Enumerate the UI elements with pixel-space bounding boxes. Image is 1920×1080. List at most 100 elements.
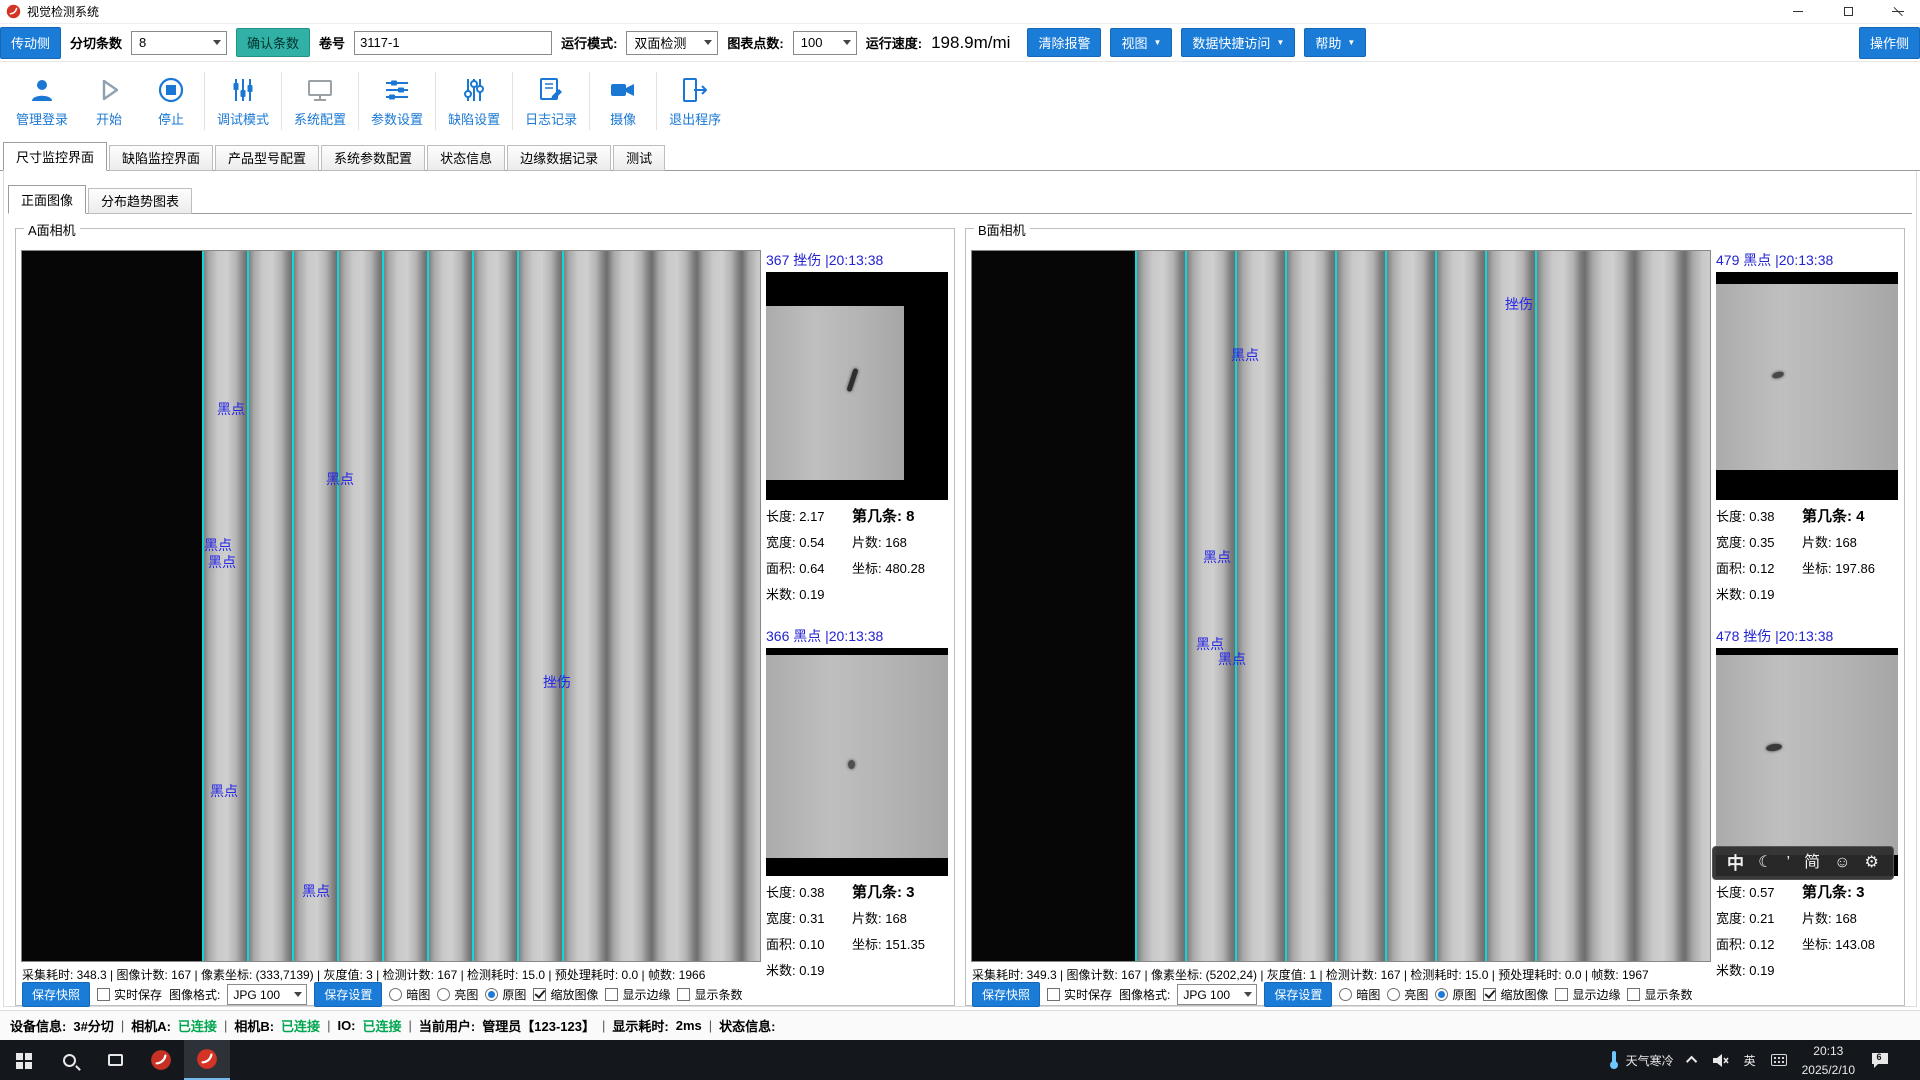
taskbar-app-icon[interactable] [138,1040,184,1080]
roll-number-input[interactable] [354,31,552,55]
camera-capture-button[interactable]: 摄像 [592,75,654,128]
image-format-select[interactable]: JPG 100 [1177,984,1257,1005]
original-image-radio[interactable]: 原图 [1435,986,1476,1003]
dark-image-label: 暗图 [1356,986,1380,1003]
stat-length: 长度: 2.17 [766,504,852,530]
image-format-select[interactable]: JPG 100 [227,984,307,1005]
volume-button[interactable] [1712,1053,1729,1068]
stat-width: 宽度: 0.54 [766,530,852,556]
input-language-indicator[interactable]: 英 [1744,1052,1756,1069]
stat-meters: 米数: 0.19 [766,958,852,984]
defect-settings-button[interactable]: 缺陷设置 [438,75,510,128]
dark-image-radio[interactable]: 暗图 [389,986,430,1003]
start-button[interactable]: 开始 [78,75,140,128]
weather-widget[interactable]: 天气寒冷 [1607,1050,1674,1070]
defect-stats: 长度: 0.57 宽度: 0.21 面积: 0.12 米数: 0.19 第几条:… [1716,880,1900,984]
start-button[interactable] [0,1040,46,1080]
tab-defect-monitor[interactable]: 缺陷监控界面 [109,145,213,171]
moon-icon[interactable]: ☾ [1758,855,1772,871]
realtime-save-checkbox[interactable]: 实时保存 [1047,986,1112,1003]
ime-status-bar: 中 ☾ ’ 简 ☺ ⚙ [1712,846,1894,880]
tab-front-image[interactable]: 正面图像 [8,185,86,214]
tab-test[interactable]: 测试 [613,145,665,171]
task-view-icon [108,1054,123,1066]
view-menu-button[interactable]: 视图 ▼ [1110,28,1172,57]
save-settings-button[interactable]: 保存设置 [314,982,382,1007]
original-image-label: 原图 [502,986,526,1003]
show-edge-checkbox[interactable]: 显示边缘 [1555,986,1620,1003]
ime-language-toggle[interactable]: 中 [1727,855,1744,872]
realtime-save-checkbox[interactable]: 实时保存 [97,986,162,1003]
chart-points-select[interactable]: 100 [793,31,857,55]
save-settings-button[interactable]: 保存设置 [1264,982,1332,1007]
stop-button[interactable]: 停止 [140,75,202,128]
run-mode-label: 运行模式: [561,33,617,52]
radio-icon [437,988,450,1001]
show-edge-checkbox[interactable]: 显示边缘 [605,986,670,1003]
dark-image-radio[interactable]: 暗图 [1339,986,1380,1003]
defect-detail-panel: 479 黑点 |20:13:38 长度: 0.38 宽度: 0.35 面积: 0… [1716,250,1900,994]
exit-program-button[interactable]: 退出程序 [659,75,731,128]
main-tab-strip: 尺寸监控界面 缺陷监控界面 产品型号配置 系统参数配置 状态信息 边缘数据记录 … [0,140,1920,171]
radio-icon [1339,988,1352,1001]
clock-date: 2025/2/10 [1802,1063,1855,1077]
slit-count-select[interactable]: 8 [131,31,227,55]
bright-image-radio[interactable]: 亮图 [1387,986,1428,1003]
strip-cut-lines [202,251,564,961]
system-config-button[interactable]: 系统配置 [284,75,356,128]
notification-center-button[interactable]: 6 [1870,1051,1890,1069]
ime-settings-gear-icon[interactable]: ⚙ [1865,855,1879,871]
drive-side-button[interactable]: 传动侧 [0,27,61,59]
defect-detail-block: 479 黑点 |20:13:38 长度: 0.38 宽度: 0.35 面积: 0… [1716,250,1900,608]
emoji-icon[interactable]: ☺ [1834,855,1850,871]
thumbnail-material [1716,284,1898,470]
tab-status-info[interactable]: 状态信息 [427,145,505,171]
run-mode-select[interactable]: 双面检测 [626,31,718,55]
checkbox-icon [97,988,110,1001]
taskbar-clock[interactable]: 20:13 2025/2/10 [1802,1044,1855,1077]
roll-number-label: 卷号 [319,33,345,52]
show-strip-count-checkbox[interactable]: 显示条数 [1627,986,1692,1003]
stat-width: 宽度: 0.31 [766,906,852,932]
help-menu-button[interactable]: 帮助 ▼ [1304,28,1366,57]
toolbar-divider [281,72,282,130]
zoom-image-checkbox[interactable]: 缩放图像 [1483,986,1548,1003]
admin-login-button[interactable]: 管理登录 [6,75,78,128]
log-record-button[interactable]: 日志记录 [515,75,587,128]
taskbar-search-button[interactable] [46,1040,92,1080]
user-icon [27,75,57,105]
clear-alarm-button[interactable]: 清除报警 [1027,28,1101,57]
params-settings-button[interactable]: 参数设置 [361,75,433,128]
minimize-button[interactable] [1776,0,1820,24]
system-tray: 天气寒冷 英 20:13 2025/2/10 6 [1607,1040,1920,1080]
simplified-chinese-toggle[interactable]: 简 [1804,855,1820,871]
taskbar-app-icon-active[interactable] [184,1040,230,1080]
tab-product-model-config[interactable]: 产品型号配置 [215,145,319,171]
bright-image-radio[interactable]: 亮图 [437,986,478,1003]
stat-strip-number: 第几条: 4 [1802,504,1900,530]
camera-a-status-line: 采集耗时: 348.3 | 图像计数: 167 | 像素坐标: (333,713… [22,966,705,983]
task-view-button[interactable] [92,1040,138,1080]
confirm-count-button[interactable]: 确认条数 [236,28,310,57]
show-strip-count-checkbox[interactable]: 显示条数 [677,986,742,1003]
save-snapshot-button[interactable]: 保存快照 [22,982,90,1007]
touch-keyboard-button[interactable] [1771,1054,1787,1066]
tab-system-params-config[interactable]: 系统参数配置 [321,145,425,171]
tray-overflow-chevron[interactable] [1689,1056,1697,1064]
operate-side-button[interactable]: 操作侧 [1859,27,1920,59]
close-button[interactable] [1876,0,1920,24]
zoom-image-checkbox[interactable]: 缩放图像 [533,986,598,1003]
debug-mode-button[interactable]: 调试模式 [207,75,279,128]
radio-icon [1387,988,1400,1001]
punctuation-mode-icon[interactable]: ’ [1786,855,1790,871]
original-image-radio[interactable]: 原图 [485,986,526,1003]
tab-size-monitor[interactable]: 尺寸监控界面 [3,142,107,171]
exit-icon [680,75,710,105]
chart-points-label: 图表点数: [727,33,783,52]
data-quick-access-button[interactable]: 数据快捷访问 ▼ [1181,28,1295,57]
tab-distribution-trend-chart[interactable]: 分布趋势图表 [88,188,192,214]
maximize-button[interactable] [1826,0,1870,24]
save-snapshot-button[interactable]: 保存快照 [972,982,1040,1007]
tab-edge-data-record[interactable]: 边缘数据记录 [507,145,611,171]
defect-label: 黑点 [1231,345,1259,365]
